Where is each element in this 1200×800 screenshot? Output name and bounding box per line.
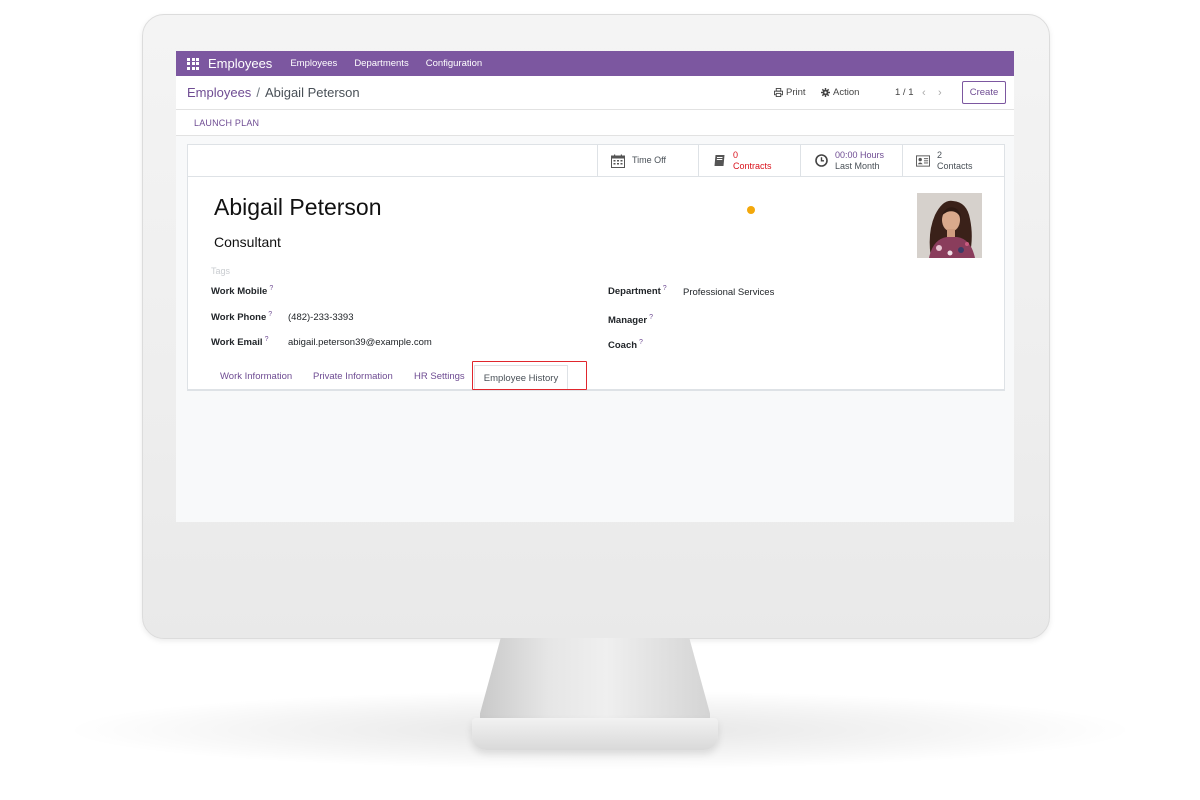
pager-value[interactable]: 1 / 1 bbox=[895, 87, 914, 98]
hours-last-month-button[interactable]: 00:00 Hours Last Month bbox=[800, 145, 902, 176]
work-mobile-label: Work Mobile? bbox=[211, 285, 274, 298]
work-phone-field[interactable]: (482)-233-3393 bbox=[288, 312, 354, 323]
monitor-stand bbox=[480, 638, 710, 730]
highlight-box bbox=[472, 361, 587, 390]
hours-value: 00:00 Hours bbox=[835, 150, 885, 160]
control-panel: Employees / Abigail Peterson Print Action … bbox=[176, 76, 1014, 110]
contacts-button[interactable]: 2 Contacts bbox=[902, 145, 1004, 176]
work-phone-label: Work Phone? bbox=[211, 311, 273, 324]
launch-plan-button[interactable]: LAUNCH PLAN bbox=[194, 118, 259, 128]
form-sheet: Time Off 0 Contracts 00:00 Hours Last Mo… bbox=[187, 144, 1005, 391]
contacts-count: 2 bbox=[937, 150, 943, 160]
breadcrumb-current: Abigail Peterson bbox=[264, 85, 360, 100]
smart-button-box: Time Off 0 Contracts 00:00 Hours Last Mo… bbox=[188, 145, 1004, 177]
breadcrumb-employees-link[interactable]: Employees bbox=[187, 85, 251, 100]
gear-icon bbox=[821, 88, 830, 97]
employee-job-title[interactable]: Consultant bbox=[214, 234, 281, 250]
work-phone-help-icon[interactable]: ? bbox=[268, 311, 272, 318]
print-label: Print bbox=[786, 87, 806, 98]
monitor-base bbox=[472, 718, 718, 750]
apps-grid-icon[interactable] bbox=[187, 57, 199, 70]
action-label: Action bbox=[833, 87, 860, 98]
coach-help-icon[interactable]: ? bbox=[639, 339, 643, 346]
pager-next-icon[interactable]: › bbox=[938, 87, 942, 99]
work-mobile-field[interactable] bbox=[288, 285, 488, 297]
time-off-button[interactable]: Time Off bbox=[597, 145, 699, 176]
department-label: Department? bbox=[608, 285, 667, 298]
screen: Employees Employees Departments Configur… bbox=[176, 51, 1014, 522]
portrait-image bbox=[917, 193, 982, 258]
work-mobile-help-icon[interactable]: ? bbox=[269, 285, 273, 292]
print-button[interactable]: Print bbox=[774, 87, 806, 98]
presence-status-indicator bbox=[747, 206, 755, 214]
clock-icon bbox=[814, 154, 828, 168]
work-email-help-icon[interactable]: ? bbox=[265, 336, 269, 343]
work-email-field[interactable]: abigail.peterson39@example.com bbox=[288, 337, 432, 348]
breadcrumb-separator: / bbox=[256, 85, 260, 100]
calendar-icon bbox=[611, 154, 625, 168]
tab-work-information[interactable]: Work Information bbox=[220, 371, 292, 382]
manager-field[interactable] bbox=[683, 314, 883, 326]
action-button[interactable]: Action bbox=[821, 87, 859, 98]
menu-configuration[interactable]: Configuration bbox=[426, 58, 483, 69]
department-help-icon[interactable]: ? bbox=[663, 285, 667, 292]
manager-help-icon[interactable]: ? bbox=[649, 314, 653, 321]
work-email-label: Work Email? bbox=[211, 336, 269, 349]
tab-hr-settings[interactable]: HR Settings bbox=[414, 371, 465, 382]
contracts-count: 0 bbox=[733, 150, 739, 160]
pager-previous-icon[interactable]: ‹ bbox=[922, 87, 926, 99]
tab-private-information[interactable]: Private Information bbox=[313, 371, 393, 382]
department-field[interactable]: Professional Services bbox=[683, 287, 774, 298]
employee-name[interactable]: Abigail Peterson bbox=[214, 194, 382, 221]
time-off-label: Time Off bbox=[632, 155, 667, 166]
book-icon bbox=[712, 154, 726, 168]
hours-label: Last Month bbox=[835, 160, 880, 171]
employee-avatar[interactable] bbox=[917, 193, 982, 258]
contracts-button[interactable]: 0 Contracts bbox=[698, 145, 800, 176]
breadcrumb: Employees / Abigail Peterson bbox=[187, 85, 360, 100]
notebook-tabs: Work Information Private Information HR … bbox=[188, 361, 1004, 390]
menu-departments[interactable]: Departments bbox=[354, 58, 408, 69]
create-button[interactable]: Create bbox=[962, 81, 1006, 104]
tags-input[interactable]: Tags bbox=[211, 266, 230, 276]
top-navbar: Employees Employees Departments Configur… bbox=[176, 51, 1014, 76]
coach-label: Coach? bbox=[608, 339, 643, 352]
form-statusbar: LAUNCH PLAN bbox=[176, 110, 1014, 136]
manager-label: Manager? bbox=[608, 314, 653, 327]
app-title[interactable]: Employees bbox=[208, 56, 272, 71]
contact-card-icon bbox=[916, 154, 930, 168]
contracts-label: Contracts bbox=[733, 160, 772, 171]
contacts-label: Contacts bbox=[937, 160, 973, 171]
coach-field[interactable] bbox=[683, 339, 883, 351]
printer-icon bbox=[774, 88, 783, 97]
menu-employees[interactable]: Employees bbox=[290, 58, 337, 69]
